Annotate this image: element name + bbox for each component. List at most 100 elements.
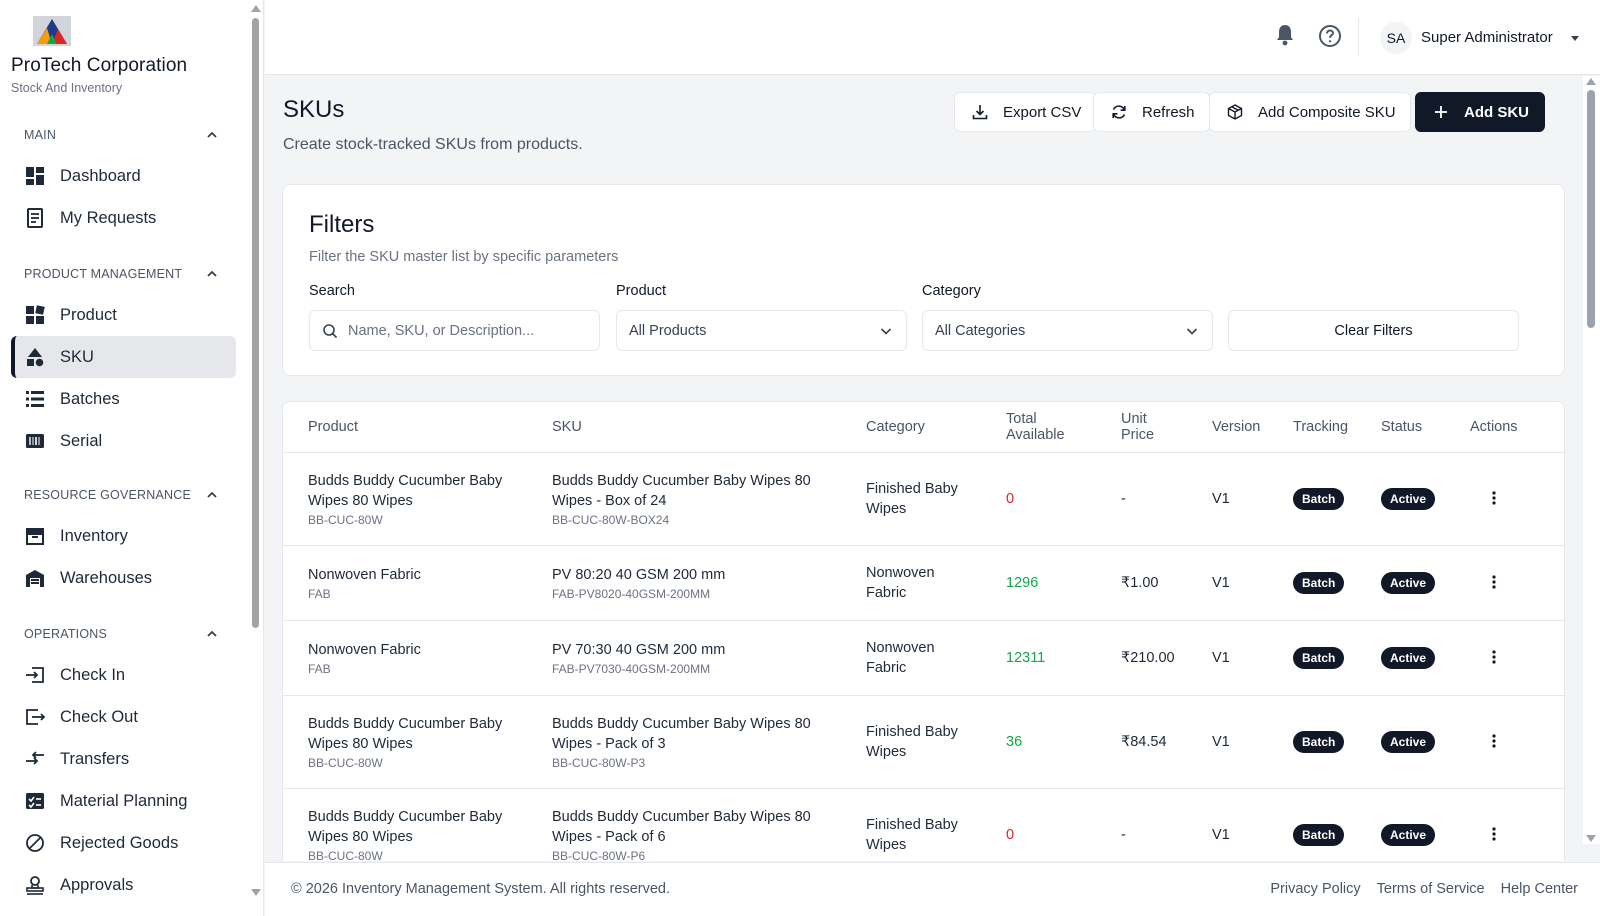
sidebar-item-sku[interactable]: SKU xyxy=(11,336,236,378)
unit-price-cell: - xyxy=(1121,452,1212,546)
category-filter-label: Category xyxy=(922,283,981,299)
caret-down-icon[interactable] xyxy=(1571,36,1579,41)
header-divider xyxy=(1358,18,1359,56)
clear-filters-button[interactable]: Clear Filters xyxy=(1228,310,1519,351)
brand-subtitle: Stock And Inventory xyxy=(11,81,123,95)
column-header[interactable]: Version xyxy=(1212,402,1293,453)
sidebar-item-warehouses[interactable]: Warehouses xyxy=(11,557,236,599)
tracking-badge: Batch xyxy=(1293,730,1345,753)
product-name: Nonwoven Fabric xyxy=(308,641,421,658)
section-resource-governance: RESOURCE GOVERNANCE Inventory Warehouses xyxy=(0,481,236,599)
sku-cell: PV 70:30 40 GSM 200 mm FAB-PV7030-40GSM-2… xyxy=(552,620,866,696)
column-header[interactable]: SKU xyxy=(552,402,866,453)
sidebar-item-rejected-goods[interactable]: Rejected Goods xyxy=(11,822,236,864)
table-row[interactable]: Nonwoven Fabric FAB PV 70:30 40 GSM 200 mm… xyxy=(283,620,1564,696)
sidebar-item-check-in[interactable]: Check In xyxy=(11,654,236,696)
check-out-icon xyxy=(24,706,46,728)
terms-of-service-link[interactable]: Terms of Service xyxy=(1377,881,1485,897)
available-qty: 0 xyxy=(1006,826,1015,843)
main-scrollbar[interactable] xyxy=(1583,76,1600,844)
category-select[interactable]: All Categories xyxy=(922,310,1213,351)
sidebar-item-product[interactable]: Product xyxy=(11,294,236,336)
column-header[interactable]: Unit Price xyxy=(1121,402,1212,453)
add-composite-sku-button[interactable]: Add Composite SKU xyxy=(1209,92,1411,132)
table-row[interactable]: Budds Buddy Cucumber Baby Wipes 80 Wipes… xyxy=(283,452,1564,546)
section-resource-governance-header[interactable]: RESOURCE GOVERNANCE xyxy=(0,481,236,509)
sidebar-item-batches[interactable]: Batches xyxy=(11,378,236,420)
sku-code: BB-CUC-80W-P3 xyxy=(552,755,646,770)
available-qty: 36 xyxy=(1006,733,1023,750)
table-row[interactable]: Budds Buddy Cucumber Baby Wipes 80 Wipes… xyxy=(283,695,1564,789)
sidebar-item-check-out[interactable]: Check Out xyxy=(11,696,236,738)
sidebar-item-my-requests[interactable]: My Requests xyxy=(11,197,236,239)
sidebar-item-transfers[interactable]: Transfers xyxy=(11,738,236,780)
help-icon[interactable] xyxy=(1318,24,1342,53)
export-csv-button[interactable]: Export CSV xyxy=(954,92,1097,132)
section-product-management-header[interactable]: PRODUCT MANAGEMENT xyxy=(0,260,236,288)
table-row[interactable]: Budds Buddy Cucumber Baby Wipes 80 Wipes… xyxy=(283,788,1564,861)
main-content: SKUs Create stock-tracked SKUs from prod… xyxy=(265,76,1583,861)
section-main-header[interactable]: MAIN xyxy=(0,121,236,149)
requests-icon xyxy=(24,207,46,229)
scroll-up-arrow-icon[interactable] xyxy=(1586,78,1596,85)
version-cell: V1 xyxy=(1212,695,1293,789)
user-name[interactable]: Super Administrator xyxy=(1421,29,1553,46)
more-vertical-icon[interactable] xyxy=(1484,731,1504,751)
sku-name: PV 70:30 40 GSM 200 mm xyxy=(552,641,726,658)
bell-icon[interactable] xyxy=(1275,24,1295,51)
avatar[interactable]: SA xyxy=(1380,22,1412,54)
download-icon xyxy=(971,103,989,121)
sidebar-item-serial[interactable]: Serial xyxy=(11,420,236,462)
add-composite-sku-label: Add Composite SKU xyxy=(1258,103,1396,121)
scroll-down-arrow-icon[interactable] xyxy=(1586,835,1596,842)
column-header[interactable]: Tracking xyxy=(1293,402,1381,453)
sidebar-item-inventory[interactable]: Inventory xyxy=(11,515,236,557)
filters-card: Filters Filter the SKU master list by sp… xyxy=(282,184,1565,376)
sidebar-item-label: Warehouses xyxy=(60,568,153,587)
refresh-button[interactable]: Refresh xyxy=(1093,92,1210,132)
refresh-label: Refresh xyxy=(1142,103,1195,121)
available-cell: 0 xyxy=(1006,452,1121,546)
sidebar-scrollbar[interactable] xyxy=(250,0,262,916)
scrollbar-thumb[interactable] xyxy=(252,18,259,628)
search-input[interactable]: Name, SKU, or Description... xyxy=(309,310,600,351)
status-cell: Active xyxy=(1381,788,1470,861)
sku-cell: Budds Buddy Cucumber Baby Wipes 80 Wipes… xyxy=(552,695,866,789)
category-cell: Nonwoven Fabric xyxy=(866,620,1006,696)
scrollbar-thumb[interactable] xyxy=(1587,90,1595,328)
product-cell: Budds Buddy Cucumber Baby Wipes 80 Wipes… xyxy=(283,788,552,861)
sidebar-item-approvals[interactable]: Approvals xyxy=(11,864,236,906)
scroll-up-arrow-icon[interactable] xyxy=(251,5,261,12)
tracking-cell: Batch xyxy=(1293,452,1381,546)
column-header[interactable]: Product xyxy=(283,402,552,453)
table-row[interactable]: Nonwoven Fabric FAB PV 80:20 40 GSM 200 mm… xyxy=(283,545,1564,621)
section-operations-header[interactable]: OPERATIONS xyxy=(0,620,236,648)
more-vertical-icon[interactable] xyxy=(1484,647,1504,667)
product-code: BB-CUC-80W xyxy=(308,848,383,862)
help-center-link[interactable]: Help Center xyxy=(1501,881,1578,897)
column-header[interactable]: Status xyxy=(1381,402,1470,453)
footer-links: Privacy Policy Terms of Service Help Cen… xyxy=(1270,881,1578,897)
section-main: MAIN Dashboard My Requests xyxy=(0,121,236,239)
privacy-policy-link[interactable]: Privacy Policy xyxy=(1270,881,1360,897)
add-sku-button[interactable]: Add SKU xyxy=(1415,92,1545,132)
status-badge: Active xyxy=(1381,487,1436,510)
export-csv-label: Export CSV xyxy=(1003,103,1082,121)
sidebar-item-material-planning[interactable]: Material Planning xyxy=(11,780,236,822)
status-badge: Active xyxy=(1381,571,1436,594)
plus-icon xyxy=(1432,103,1450,121)
more-vertical-icon[interactable] xyxy=(1484,488,1504,508)
category-cell: Finished Baby Wipes xyxy=(866,788,1006,861)
more-vertical-icon[interactable] xyxy=(1484,824,1504,844)
more-vertical-icon[interactable] xyxy=(1484,572,1504,592)
column-header[interactable]: Total Available xyxy=(1006,402,1121,453)
sku-name: Budds Buddy Cucumber Baby Wipes 80 Wipes… xyxy=(552,472,811,509)
brand-name: ProTech Corporation xyxy=(11,55,188,76)
sidebar-item-dashboard[interactable]: Dashboard xyxy=(11,155,236,197)
sidebar-item-label: Batches xyxy=(60,389,120,408)
batches-icon xyxy=(24,388,46,410)
product-select[interactable]: All Products xyxy=(616,310,907,351)
column-header-text: Total Available xyxy=(1006,410,1065,443)
column-header[interactable]: Category xyxy=(866,402,1006,453)
scroll-down-arrow-icon[interactable] xyxy=(251,889,261,896)
